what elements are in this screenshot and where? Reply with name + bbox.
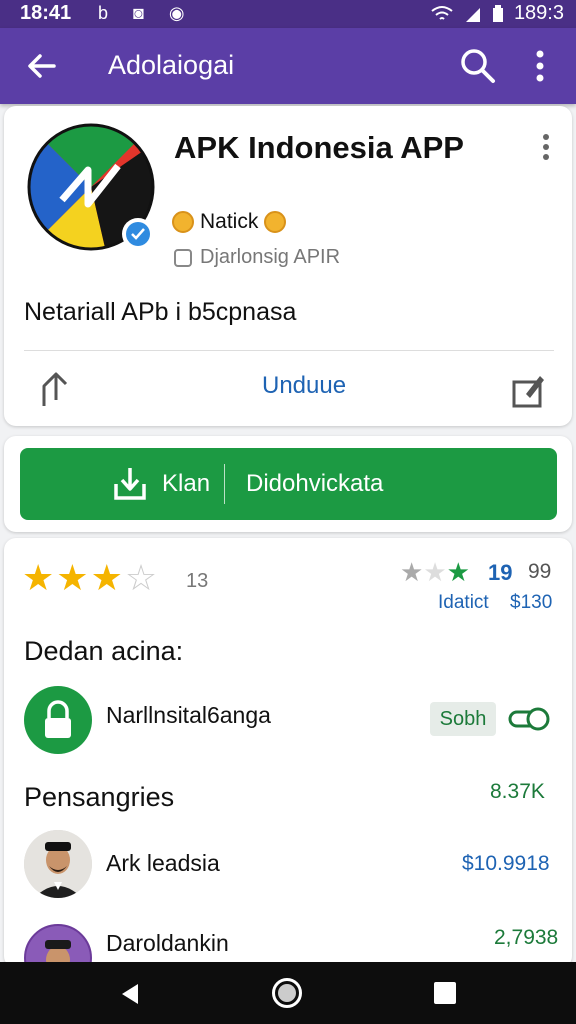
person-value: $10.9918: [462, 852, 550, 875]
rating-stars[interactable]: ★ ★ ★ ☆: [22, 558, 157, 598]
download-icon: [114, 468, 146, 500]
stat-sub-label[interactable]: Idatict: [438, 592, 489, 614]
app-subtitle: Djarlonsig APIR: [200, 246, 341, 268]
install-label-right: Didohvickata: [246, 470, 384, 497]
person-value: 2,7938: [494, 926, 559, 949]
star-outline-icon: ☆: [124, 557, 158, 598]
back-arrow-icon[interactable]: [24, 48, 60, 84]
section-title-people: Pensangries: [24, 782, 175, 812]
star-icon: ★: [423, 557, 447, 587]
app-description: Netariall APb i b5cpnasa: [24, 298, 297, 326]
person-name: Ark leadsia: [106, 850, 220, 876]
star-icon: ★: [22, 557, 55, 598]
battery-icon: [492, 4, 503, 22]
action-link[interactable]: Unduue: [262, 372, 346, 400]
divider: [24, 350, 554, 351]
person-name: Daroldankin: [106, 930, 229, 956]
coin-icon: [172, 211, 194, 233]
app-bar: Adolaiogai: [0, 28, 576, 104]
nav-back-icon[interactable]: [118, 982, 142, 1006]
star-icon: ★: [400, 557, 424, 587]
share-icon[interactable]: [38, 370, 72, 408]
stat-primary: 19: [488, 560, 513, 585]
app-category-icon: [174, 248, 192, 267]
status-time: 18:41: [20, 2, 72, 24]
app-title: APK Indonesia APP: [174, 130, 464, 165]
nav-home-icon[interactable]: [272, 978, 302, 1008]
details-card: ★ ★ ★ ☆ 13 ★★★ 19 99 Idatict $130 Dedan …: [4, 538, 572, 992]
subtitle-row: Djarlonsig APIR: [174, 246, 340, 269]
developer-name: Natick: [200, 210, 259, 233]
toggle-icon[interactable]: [508, 706, 552, 732]
card-more-icon[interactable]: [536, 132, 556, 162]
developer-row[interactable]: Natick: [172, 210, 287, 234]
status-bar: 18:41 b ◙ ◉ 189:3: [0, 0, 576, 28]
mini-stars: ★★★: [400, 558, 470, 586]
system-nav-bar: [0, 962, 576, 1024]
lock-avatar: [24, 686, 92, 754]
status-right: 189:3: [430, 2, 564, 25]
avatar[interactable]: [24, 830, 92, 898]
notification-icons: b ◙ ◉: [98, 3, 195, 23]
star-icon: ★: [446, 557, 470, 587]
wifi-icon: [431, 5, 453, 20]
star-icon: ★: [56, 557, 89, 598]
search-icon[interactable]: [458, 46, 498, 86]
section-title-detail: Dedan acina:: [24, 636, 184, 666]
rating-count: 13: [186, 570, 209, 592]
lock-icon: [45, 700, 71, 738]
app-logo: [27, 123, 155, 251]
install-card: Klan Didohvickata: [4, 436, 572, 532]
detail-chip[interactable]: Sobh: [430, 702, 496, 736]
coin-icon: [264, 211, 287, 233]
status-right-text: 189:3: [513, 2, 564, 24]
more-vert-icon[interactable]: [526, 48, 554, 84]
star-icon: ★: [90, 557, 123, 598]
signal-icon: [465, 7, 480, 22]
app-bar-title: Adolaiogai: [108, 50, 235, 80]
people-total: 8.37K: [490, 780, 545, 803]
detail-item-label: Narllnsital6anga: [106, 702, 271, 728]
install-button[interactable]: Klan Didohvickata: [20, 448, 557, 520]
stat-sub-value: $130: [510, 592, 553, 613]
app-info-card: APK Indonesia APP Natick Djarlonsig APIR…: [4, 106, 572, 426]
edit-icon[interactable]: [510, 370, 548, 408]
stat-secondary: 99: [528, 560, 552, 583]
person-avatar-icon: [24, 830, 92, 898]
button-separator: [224, 464, 225, 504]
install-label-left: Klan: [162, 470, 211, 497]
nav-recents-icon[interactable]: [434, 982, 456, 1004]
